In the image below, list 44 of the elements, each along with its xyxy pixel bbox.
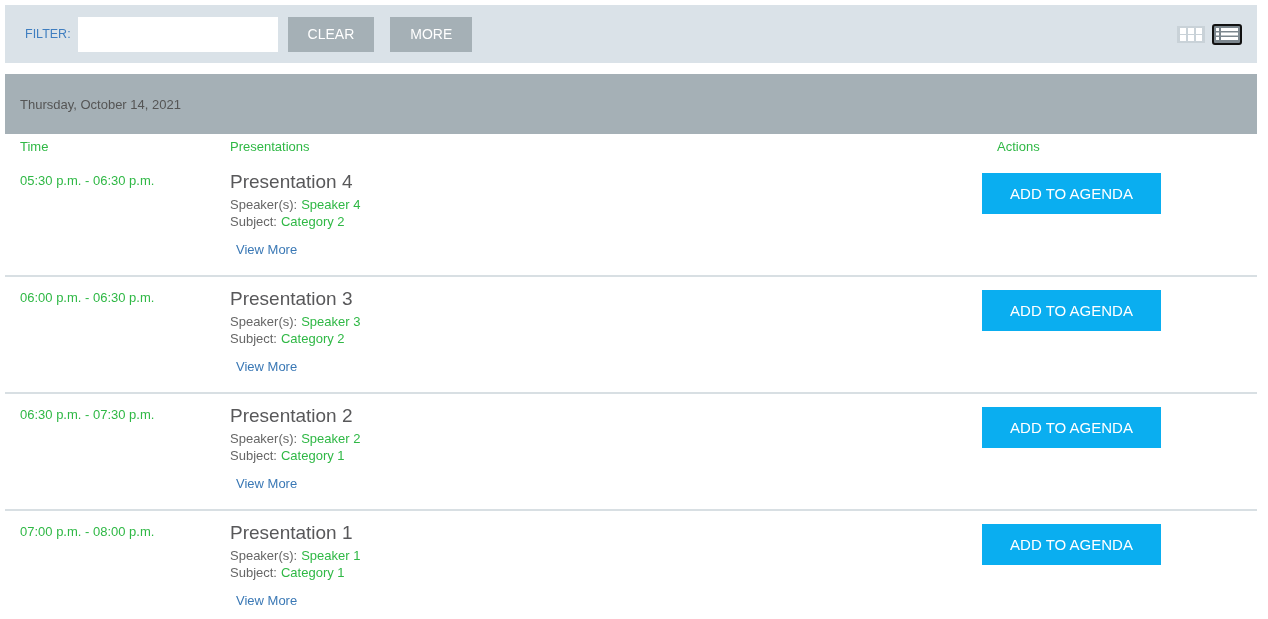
time-range: 06:30 p.m. - 07:30 p.m. bbox=[20, 407, 155, 423]
time-range: 06:00 p.m. - 06:30 p.m. bbox=[20, 290, 155, 306]
subject-category: Category 2 bbox=[281, 330, 345, 347]
speaker-name: Speaker 1 bbox=[301, 547, 361, 564]
presentation-title: Presentation 3 bbox=[230, 288, 353, 310]
view-more-link[interactable]: View More bbox=[236, 241, 298, 258]
clear-button[interactable]: CLEAR bbox=[287, 16, 375, 52]
date-heading: Thursday, October 14, 2021 bbox=[20, 96, 181, 112]
speaker-name: Speaker 2 bbox=[301, 430, 361, 447]
speaker-label: Speaker(s): bbox=[230, 430, 298, 447]
subject-label: Subject: bbox=[230, 447, 277, 464]
presentation-title: Presentation 2 bbox=[230, 405, 353, 427]
subject-label: Subject: bbox=[230, 330, 277, 347]
view-more-link[interactable]: View More bbox=[236, 592, 298, 609]
speaker-name: Speaker 3 bbox=[301, 313, 361, 330]
add-to-agenda-button[interactable]: ADD TO AGENDA bbox=[982, 290, 1161, 331]
grid-view-toggle[interactable] bbox=[1177, 25, 1205, 43]
grid-icon bbox=[1180, 27, 1202, 41]
time-range: 05:30 p.m. - 06:30 p.m. bbox=[20, 173, 155, 189]
column-header: Actions bbox=[997, 139, 1040, 154]
speaker-label: Speaker(s): bbox=[230, 313, 298, 330]
more-button[interactable]: MORE bbox=[390, 16, 473, 52]
subject-label: Subject: bbox=[230, 564, 277, 581]
subject-category: Category 2 bbox=[281, 213, 345, 230]
subject-label: Subject: bbox=[230, 213, 277, 230]
subject-category: Category 1 bbox=[281, 564, 345, 581]
column-header: Time bbox=[20, 139, 49, 154]
presentation-title: Presentation 4 bbox=[230, 171, 353, 193]
presentation-title: Presentation 1 bbox=[230, 522, 353, 544]
time-range: 07:00 p.m. - 08:00 p.m. bbox=[20, 524, 155, 540]
subject-category: Category 1 bbox=[281, 447, 345, 464]
speaker-name: Speaker 4 bbox=[301, 196, 361, 213]
speaker-label: Speaker(s): bbox=[230, 547, 298, 564]
column-header: Presentations bbox=[230, 139, 310, 154]
add-to-agenda-button[interactable]: ADD TO AGENDA bbox=[982, 173, 1161, 214]
add-to-agenda-button[interactable]: ADD TO AGENDA bbox=[982, 407, 1161, 448]
speaker-label: Speaker(s): bbox=[230, 196, 298, 213]
filter-field[interactable] bbox=[77, 16, 278, 52]
list-view-toggle[interactable] bbox=[1212, 23, 1242, 45]
view-more-link[interactable]: View More bbox=[236, 475, 298, 492]
filter-label: FILTER: bbox=[25, 27, 71, 41]
list-icon bbox=[1216, 27, 1238, 41]
view-more-link[interactable]: View More bbox=[236, 358, 298, 375]
add-to-agenda-button[interactable]: ADD TO AGENDA bbox=[982, 524, 1161, 565]
